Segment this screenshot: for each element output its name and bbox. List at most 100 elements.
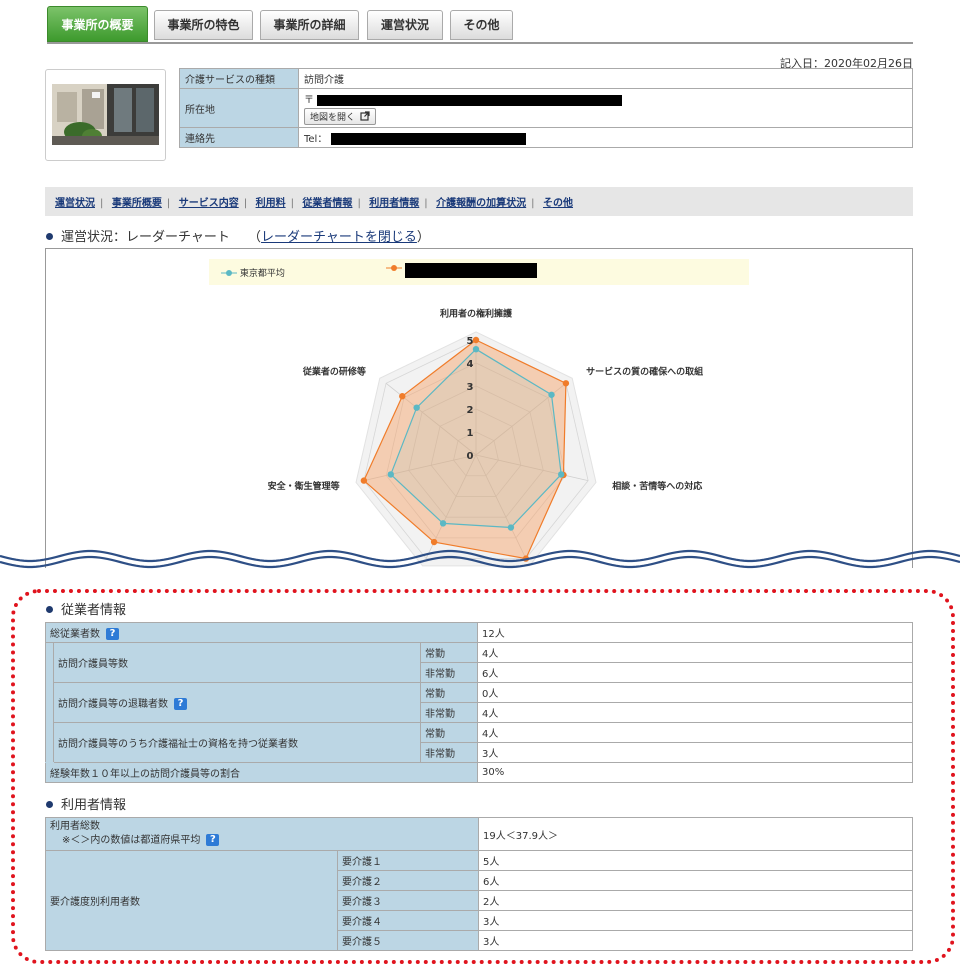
total-staff-label: 総従業者数? (45, 622, 478, 643)
care-level-2-label: 要介護２ (336, 870, 480, 891)
radar-axis-label: 相談・苦情等への対応 (612, 480, 702, 492)
caregiver-parttime-value: 6人 (477, 662, 913, 683)
tab-operations[interactable]: 運営状況 (367, 10, 443, 40)
nav-overview[interactable]: 事業所概要 (112, 198, 162, 209)
radar-heading-text: 運営状況：レーダーチャート (61, 230, 230, 245)
resigned-label: 訪問介護員等の退職者数? (53, 682, 421, 723)
facility-photo (52, 84, 159, 145)
tab-other[interactable]: その他 (450, 10, 513, 40)
nav-other[interactable]: その他 (543, 198, 573, 209)
parttime-label: 非常勤 (420, 702, 478, 723)
radar-data-point (472, 336, 480, 344)
resigned-fulltime-value: 0人 (477, 682, 913, 703)
radar-data-point (507, 524, 515, 531)
staff-heading: 従業者情報 (46, 599, 126, 618)
close-radar-link[interactable]: レーダーチャートを閉じる (261, 230, 417, 245)
total-staff-value: 12人 (477, 622, 913, 643)
caregiver-fulltime-value: 4人 (477, 642, 913, 663)
care-level-1-value: 5人 (478, 850, 914, 871)
care-level-2-value: 6人 (478, 870, 914, 891)
resigned-parttime-value: 4人 (477, 702, 913, 723)
radar-data-point (413, 404, 420, 411)
table-row: 訪問介護員等の退職者数? 常勤 0人 (46, 682, 913, 723)
contact-cell: Tel： (298, 127, 913, 148)
experience-ratio-label: 経験年数１０年以上の訪問介護員等の割合 (45, 762, 478, 783)
indent-cell (45, 642, 54, 763)
tel-prefix: Tel： (304, 134, 328, 145)
care-level-4-label: 要介護４ (336, 910, 480, 931)
nav-staff[interactable]: 従業者情報 (302, 198, 352, 209)
radar-data-point (360, 477, 368, 484)
external-link-icon (360, 111, 370, 121)
redacted-phone (330, 133, 526, 145)
prefecture-average-note: ※＜＞内の数値は都道府県平均 (62, 835, 201, 846)
bullet-icon (46, 801, 53, 808)
bullet-icon (46, 233, 53, 240)
radar-data-point (472, 346, 480, 353)
radar-chart: 0 1 2 3 4 5 利用者の権利擁護サービスの質の確保への取組相談・苦情等への対応 安全・… (268, 307, 703, 567)
nav-care-fee-additions[interactable]: 介護報酬の加算状況 (436, 198, 526, 209)
facility-photo-frame (45, 69, 166, 161)
care-level-3-label: 要介護３ (336, 890, 480, 911)
radar-tick-label: 0 (467, 451, 474, 462)
care-level-1-label: 要介護１ (336, 850, 480, 871)
staff-table: 総従業者数? 12人 訪問介護員等数 常勤 4人 非常勤 6人 訪問介護員等の退… (45, 622, 913, 783)
radar-data-point (387, 471, 394, 478)
fulltime-label: 常勤 (420, 642, 478, 663)
table-row: 総従業者数? 12人 (45, 622, 913, 643)
table-row: 訪問介護員等数 常勤 4人 (45, 642, 913, 763)
tab-bar: 事業所の概要 事業所の特色 事業所の詳細 運営状況 その他 (47, 6, 913, 44)
service-type-label: 介護サービスの種類 (179, 68, 299, 89)
total-users-label: 利用者総数 ※＜＞内の数値は都道府県平均? (44, 817, 480, 851)
paren-close: ） (416, 230, 430, 245)
experience-ratio-value: 30% (477, 762, 913, 783)
fulltime-label: 常勤 (420, 722, 478, 743)
help-icon[interactable]: ? (206, 834, 220, 846)
radar-tick-label: 5 (467, 336, 474, 347)
table-row: 経験年数１０年以上の訪問介護員等の割合 30% (45, 762, 913, 783)
certified-fulltime-value: 4人 (477, 722, 913, 743)
certified-parttime-value: 3人 (477, 742, 913, 763)
help-icon[interactable]: ? (106, 628, 119, 640)
radar-tick-label: 4 (467, 359, 474, 370)
address-cell: 〒 地図を開く (298, 88, 913, 128)
contact-label: 連絡先 (179, 127, 299, 148)
radar-axis-label: 安全・衛生管理等 (268, 480, 340, 492)
radar-data-point (548, 391, 555, 398)
overview-table: 介護サービスの種類 訪問介護 所在地 〒 地図を開く 連絡先 Tel： (179, 68, 913, 148)
nav-operations[interactable]: 運営状況 (55, 198, 95, 209)
radar-tick-label: 1 (467, 428, 474, 439)
radar-tick-label: 3 (467, 382, 474, 393)
parttime-label: 非常勤 (420, 742, 478, 763)
page-break-wave (0, 549, 960, 569)
care-level-5-value: 3人 (478, 930, 914, 951)
fulltime-label: 常勤 (420, 682, 478, 703)
caregiver-count-label: 訪問介護員等数 (53, 642, 421, 683)
radar-heading: 運営状況：レーダーチャート （レーダーチャートを閉じる） (46, 226, 430, 245)
radar-axis-label: 利用者の権利擁護 (439, 307, 513, 319)
certified-worker-label: 訪問介護員等のうち介護福祉士の資格を持つ従業者数 (53, 722, 421, 763)
nav-services[interactable]: サービス内容 (179, 198, 239, 209)
open-map-button[interactable]: 地図を開く (304, 108, 376, 125)
user-table: 利用者総数 ※＜＞内の数値は都道府県平均? 19人＜37.9人＞ 要介護度別利用… (44, 817, 914, 951)
care-level-users-label: 要介護度別利用者数 (45, 850, 338, 951)
care-level-3-value: 2人 (478, 890, 914, 911)
radar-axis-label: サービスの質の確保への取組 (586, 365, 703, 377)
paren-open: （ (248, 230, 262, 245)
table-row: 要介護度別利用者数 要介護１ 5人 (45, 850, 914, 951)
nav-fees[interactable]: 利用料 (256, 198, 286, 209)
radar-data-point (439, 520, 447, 527)
open-map-label: 地図を開く (310, 113, 356, 123)
help-icon[interactable]: ? (174, 698, 187, 710)
tab-features[interactable]: 事業所の特色 (154, 10, 253, 40)
table-row: 訪問介護員等のうち介護福祉士の資格を持つ従業者数 常勤 4人 (46, 722, 913, 763)
radar-data-point (399, 393, 406, 400)
tab-details[interactable]: 事業所の詳細 (260, 10, 359, 40)
user-heading-text: 利用者情報 (61, 798, 127, 813)
staff-heading-text: 従業者情報 (61, 603, 127, 618)
tab-overview[interactable]: 事業所の概要 (47, 6, 148, 42)
radar-data-point (562, 380, 570, 387)
postal-mark: 〒 (304, 95, 314, 106)
nav-users[interactable]: 利用者情報 (369, 198, 419, 209)
radar-data-point (558, 471, 565, 478)
